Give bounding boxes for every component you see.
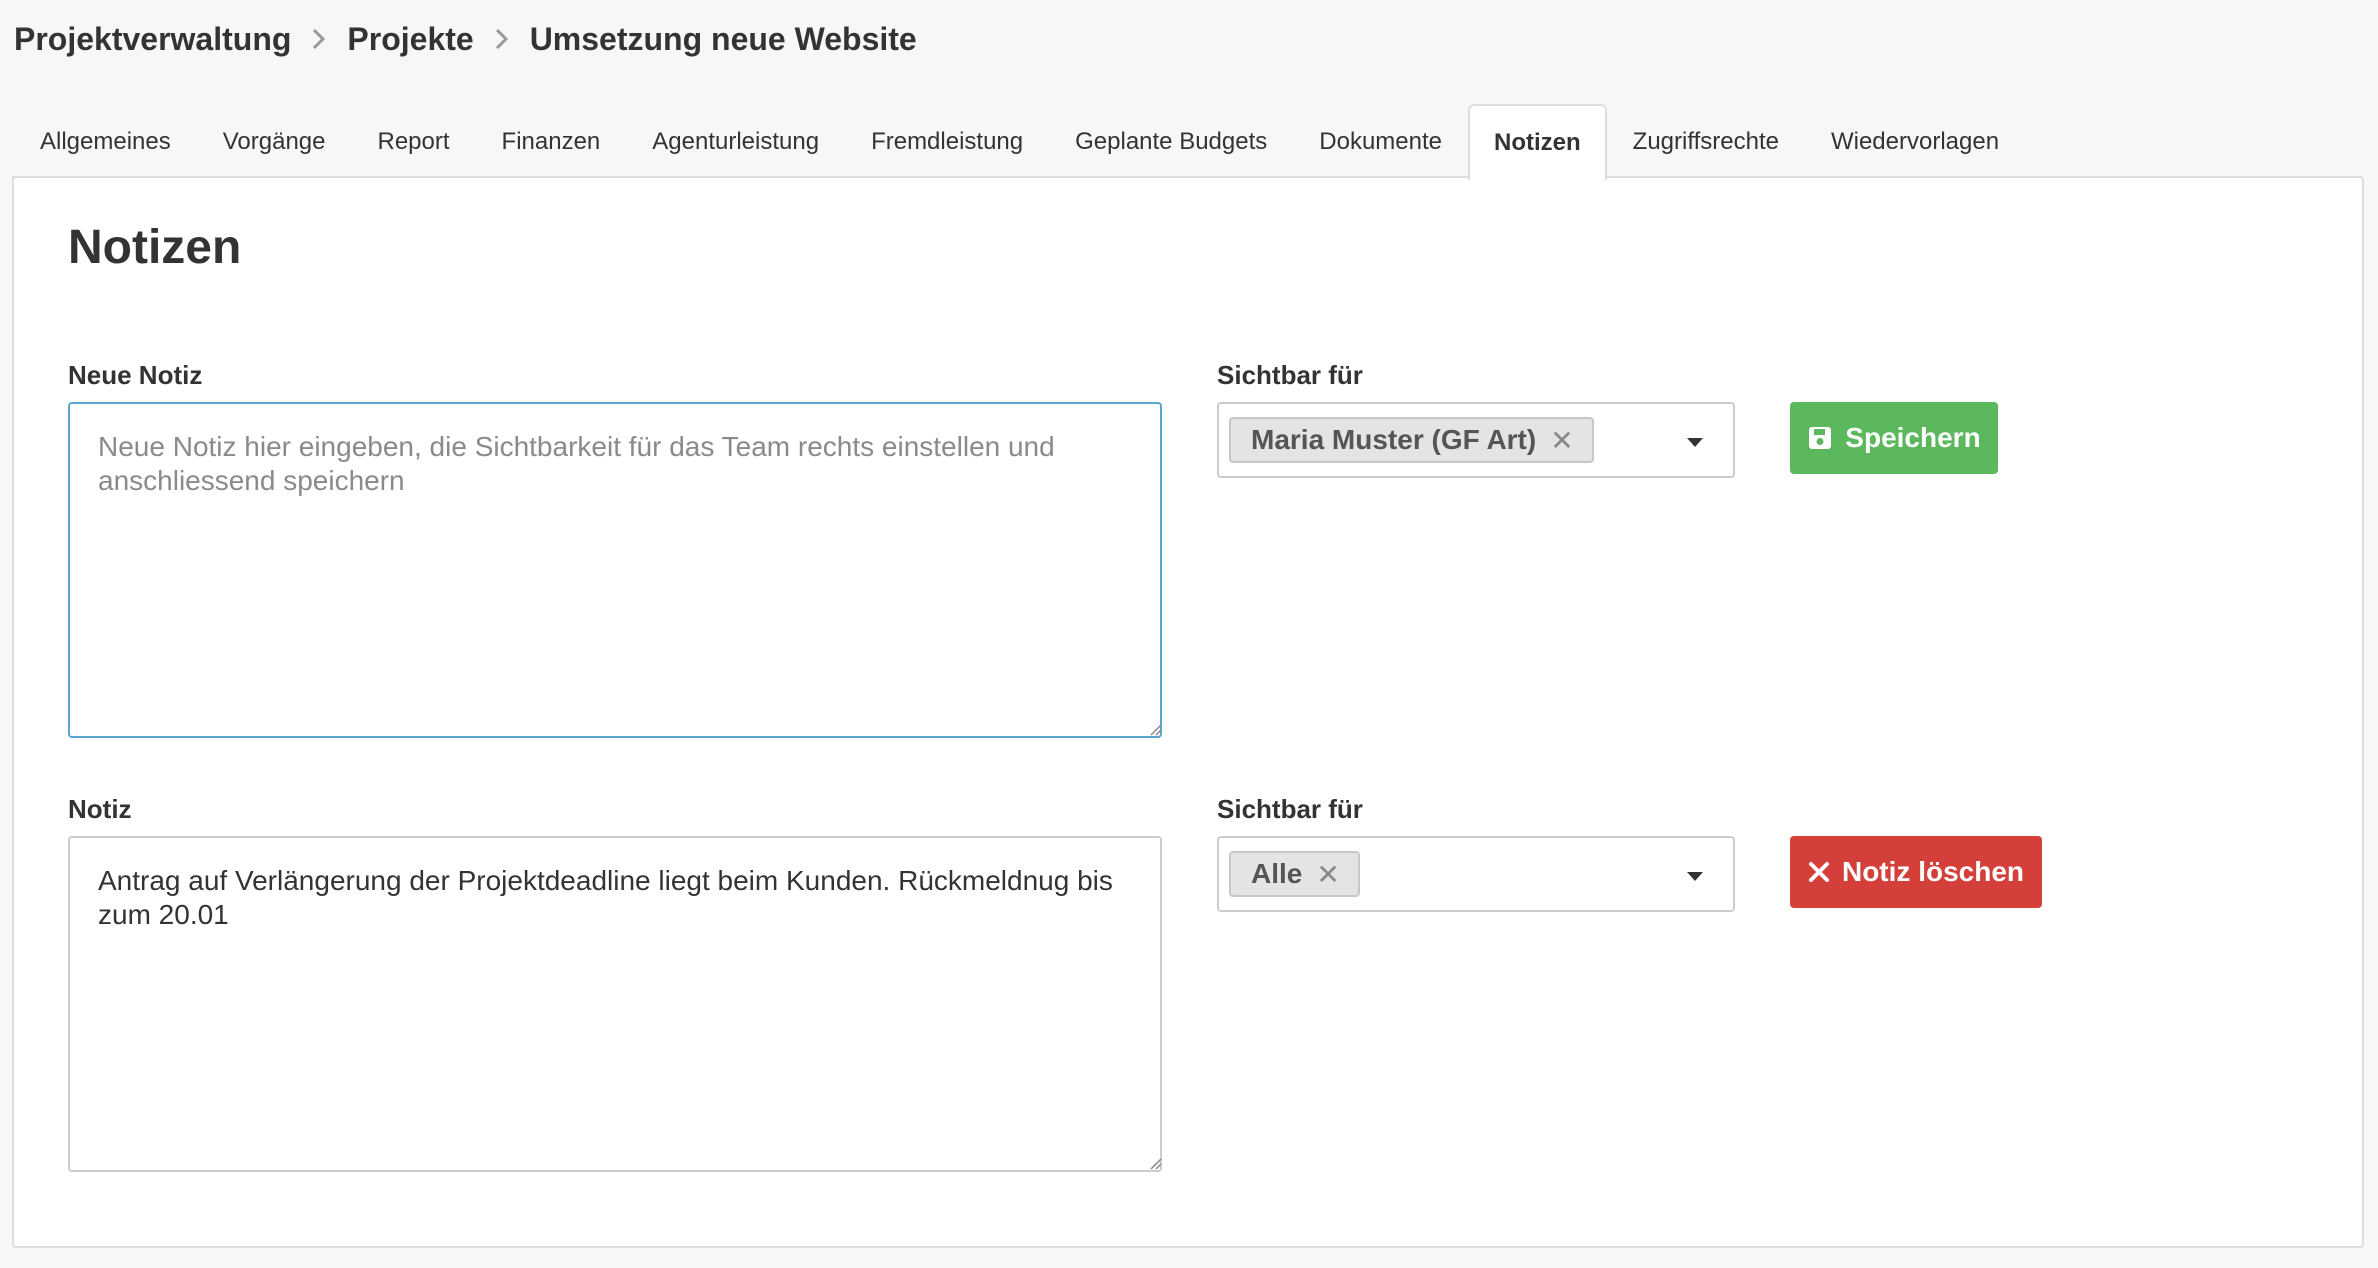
new-note-visibility-label: Sichtbar für [1217, 360, 1363, 390]
breadcrumb: Projektverwaltung Projekte Umsetzung neu… [14, 14, 917, 64]
close-icon[interactable]: ✕ [1316, 858, 1339, 891]
new-note-visibility-select[interactable]: Maria Muster (GF Art) ✕ [1217, 402, 1735, 478]
caret-down-icon[interactable] [1687, 872, 1703, 881]
chevron-right-icon [291, 14, 347, 64]
delete-note-button-label: Notiz löschen [1841, 856, 2024, 887]
note-label: Notiz [68, 794, 132, 824]
save-button[interactable]: Speichern [1790, 402, 1998, 474]
visibility-chip-label: Maria Muster (GF Art) [1251, 424, 1537, 455]
tab-fremdleistung[interactable]: Fremdleistung [845, 104, 1049, 178]
tab-wiedervorlagen[interactable]: Wiedervorlagen [1805, 104, 2025, 178]
tab-allgemeines[interactable]: Allgemeines [14, 104, 197, 178]
tab-bar: Allgemeines Vorgänge Report Finanzen Age… [14, 104, 2025, 180]
breadcrumb-item-projekte[interactable]: Projekte [347, 21, 473, 58]
delete-note-button[interactable]: Notiz löschen [1790, 836, 2042, 908]
note-visibility-select[interactable]: Alle ✕ [1217, 836, 1735, 912]
new-note-textarea[interactable] [68, 402, 1162, 738]
resize-grip-icon[interactable] [1148, 722, 1162, 736]
close-icon [1808, 861, 1830, 883]
visibility-chip: Maria Muster (GF Art) ✕ [1229, 417, 1594, 463]
floppy-disk-icon [1807, 425, 1833, 451]
note-visibility-label: Sichtbar für [1217, 794, 1363, 824]
tab-zugriffsrechte[interactable]: Zugriffsrechte [1607, 104, 1805, 178]
visibility-chip-label: Alle [1251, 858, 1303, 889]
chevron-right-icon [474, 14, 530, 64]
save-button-label: Speichern [1845, 422, 1981, 453]
tab-agenturleistung[interactable]: Agenturleistung [626, 104, 845, 178]
breadcrumb-item-current: Umsetzung neue Website [529, 20, 917, 57]
resize-grip-icon[interactable] [1148, 1156, 1162, 1170]
note-textarea[interactable]: Antrag auf Verlängerung der Projektdeadl… [68, 836, 1162, 1172]
tab-geplante-budgets[interactable]: Geplante Budgets [1049, 104, 1293, 178]
close-icon[interactable]: ✕ [1550, 424, 1573, 457]
tab-dokumente[interactable]: Dokumente [1293, 104, 1468, 178]
new-note-label: Neue Notiz [68, 360, 203, 390]
breadcrumb-item-projektverwaltung[interactable]: Projektverwaltung [14, 21, 291, 58]
tab-vorgaenge[interactable]: Vorgänge [197, 104, 352, 178]
visibility-chip: Alle ✕ [1229, 851, 1360, 897]
tab-notizen[interactable]: Notizen [1468, 104, 1607, 180]
notes-panel: Notizen Neue Notiz Sichtbar für Maria Mu… [12, 176, 2364, 1248]
caret-down-icon[interactable] [1687, 438, 1703, 447]
tab-report[interactable]: Report [352, 104, 476, 178]
tab-finanzen[interactable]: Finanzen [476, 104, 627, 178]
page-title: Notizen [68, 221, 242, 274]
